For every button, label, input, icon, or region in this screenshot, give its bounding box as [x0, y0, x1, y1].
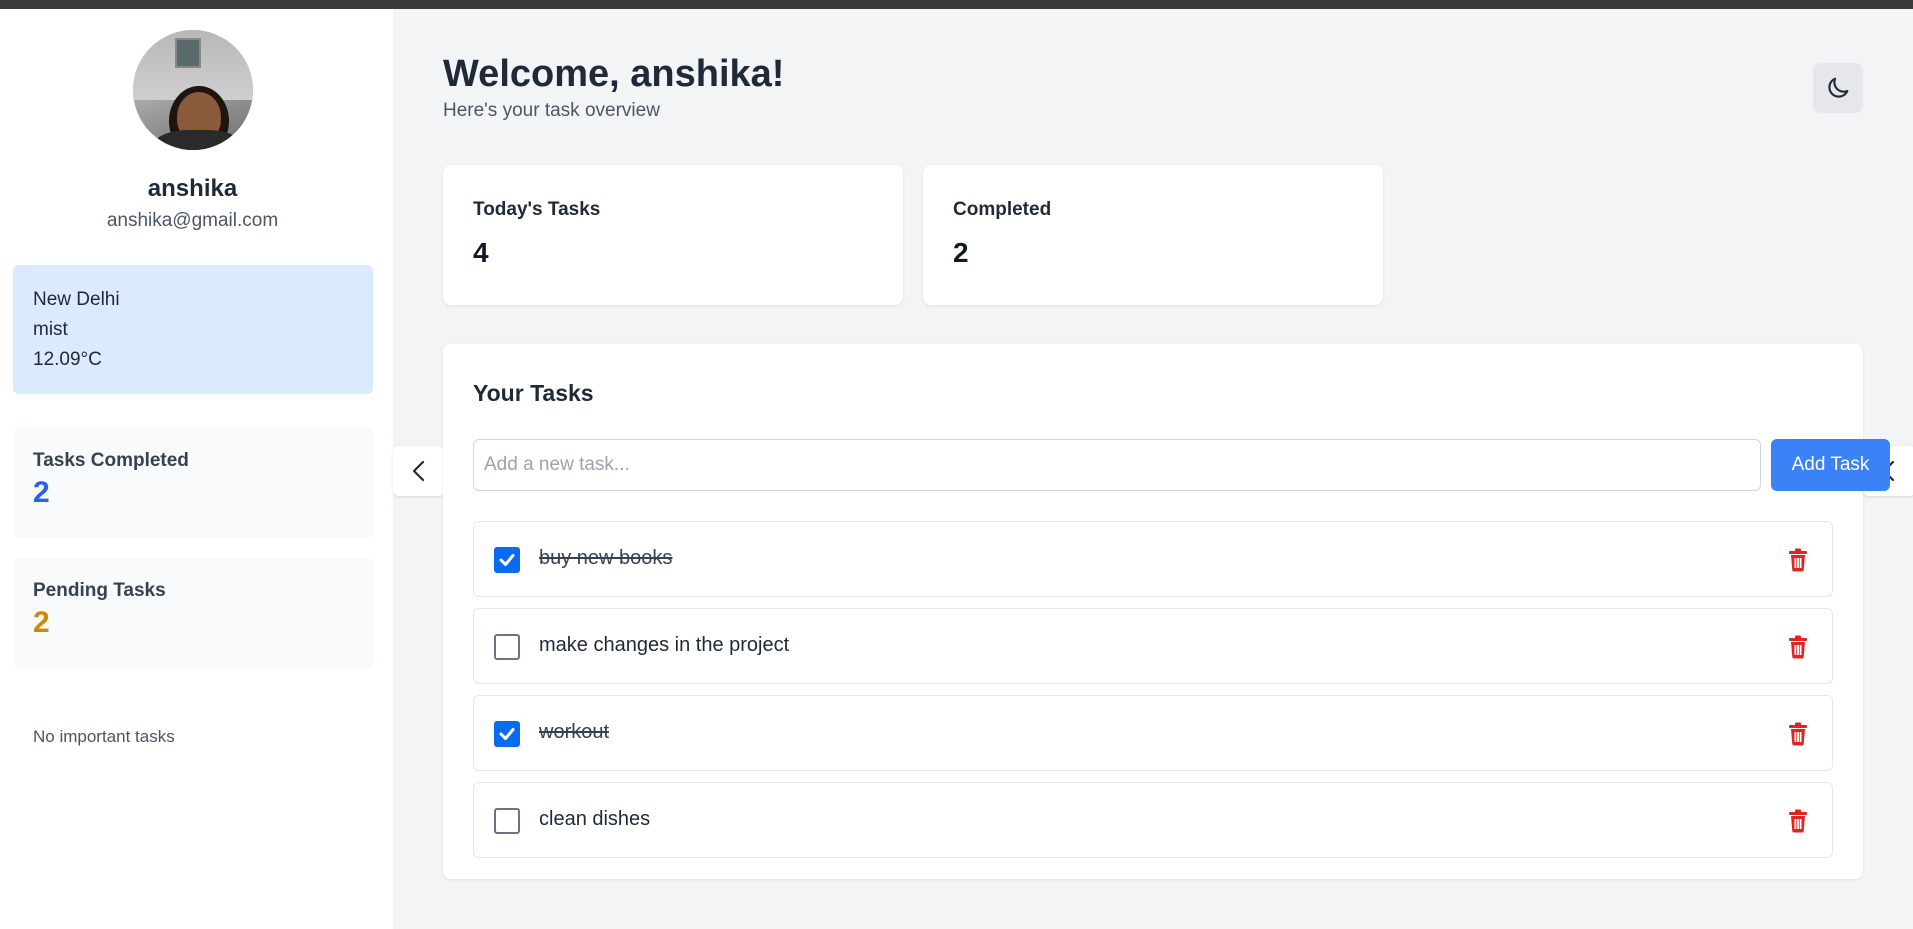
tasks-title: Your Tasks	[473, 380, 594, 406]
sidebar: anshika anshika@gmail.com New Delhi mist…	[0, 9, 393, 929]
weather-card: New Delhi mist 12.09°C	[13, 265, 373, 394]
page-subtitle: Here's your task overview	[443, 100, 660, 121]
theme-toggle-button[interactable]	[1813, 63, 1863, 113]
main-content: Welcome, anshika! Here's your task overv…	[393, 9, 1913, 929]
weather-temperature: 12.09°C	[33, 349, 102, 370]
pending-tasks-value: 2	[33, 606, 50, 639]
pending-tasks-card: Pending Tasks 2	[13, 558, 373, 668]
task-checkbox[interactable]	[494, 721, 520, 747]
task-checkbox[interactable]	[494, 547, 520, 573]
task-item: clean dishes	[473, 782, 1833, 858]
page-title: Welcome, anshika!	[443, 53, 785, 95]
add-task-button[interactable]: Add Task	[1771, 439, 1890, 491]
avatar	[133, 30, 253, 150]
tasks-panel: Your Tasks Add Task buy new books make	[443, 344, 1890, 879]
profile-username: anshika	[147, 175, 238, 202]
completed-value: 2	[953, 237, 969, 268]
tasks-completed-value: 2	[33, 476, 50, 509]
browser-top-bar	[0, 0, 1913, 9]
todays-tasks-value: 4	[473, 237, 489, 268]
tasks-completed-card: Tasks Completed 2	[13, 428, 373, 538]
weather-condition: mist	[33, 319, 68, 340]
checkmark-icon	[499, 728, 515, 740]
checkmark-icon	[499, 554, 515, 566]
important-tasks-empty: No important tasks	[33, 727, 175, 746]
trash-icon[interactable]	[1788, 635, 1808, 659]
weather-city: New Delhi	[33, 289, 120, 310]
completed-card: Completed 2	[923, 165, 1383, 305]
todays-tasks-label: Today's Tasks	[473, 199, 601, 220]
moon-icon	[1828, 77, 1849, 98]
trash-icon[interactable]	[1788, 722, 1808, 746]
trash-icon[interactable]	[1788, 548, 1808, 572]
task-text: buy new books	[539, 547, 673, 569]
task-checkbox[interactable]	[494, 808, 520, 834]
task-text: make changes in the project	[539, 634, 790, 656]
tasks-completed-label: Tasks Completed	[33, 450, 189, 471]
todays-tasks-card: Today's Tasks 4	[443, 165, 903, 305]
profile-email: anshika@gmail.com	[106, 210, 279, 231]
completed-label: Completed	[953, 199, 1052, 220]
task-text: clean dishes	[539, 808, 651, 830]
trash-icon[interactable]	[1788, 809, 1808, 833]
pending-tasks-label: Pending Tasks	[33, 580, 166, 601]
task-item: workout	[473, 695, 1833, 771]
task-text: workout	[539, 721, 610, 743]
task-item: buy new books	[473, 521, 1833, 597]
task-checkbox[interactable]	[494, 634, 520, 660]
new-task-input[interactable]	[473, 439, 1761, 491]
task-item: make changes in the project	[473, 608, 1833, 684]
